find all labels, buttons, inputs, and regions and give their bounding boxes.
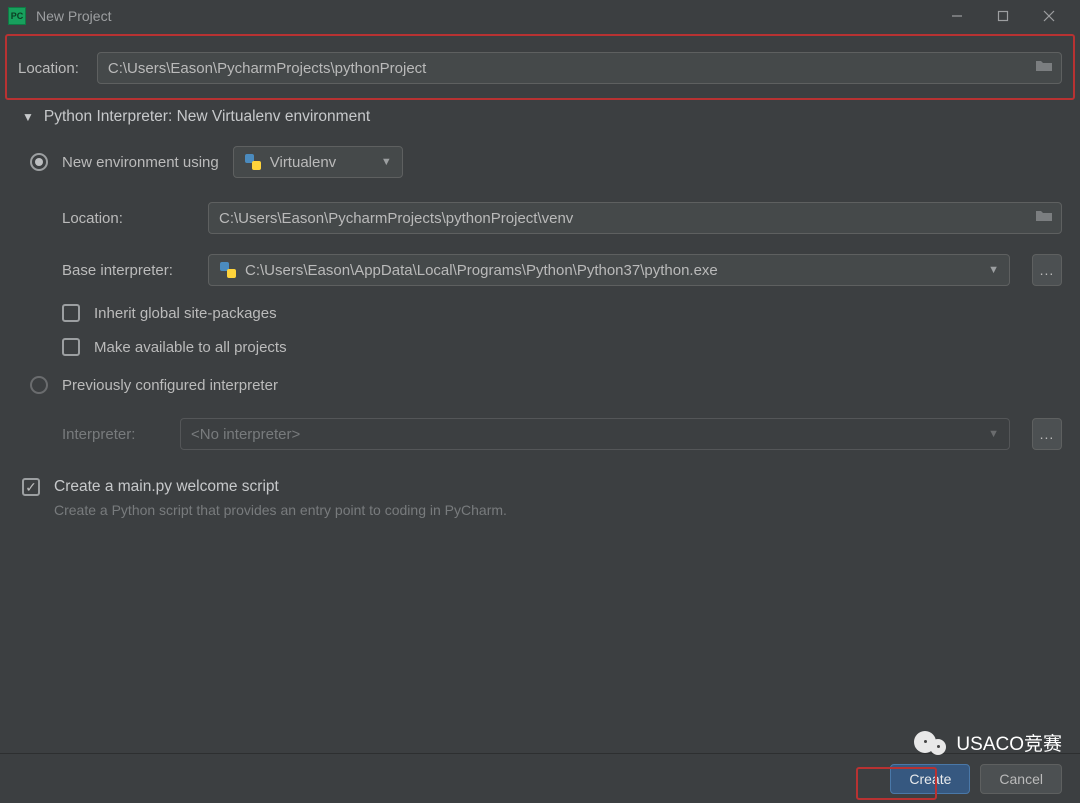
interpreter-select-value: <No interpreter> (191, 426, 977, 443)
base-interpreter-dropdown[interactable]: C:\Users\Eason\AppData\Local\Programs\Py… (208, 254, 1010, 286)
browse-interpreter-button[interactable]: ... (1032, 254, 1062, 286)
project-location-value: C:\Users\Eason\PycharmProjects\pythonPro… (108, 60, 1025, 77)
prev-config-label: Previously configured interpreter (62, 377, 278, 394)
inherit-packages-label: Inherit global site-packages (94, 305, 277, 322)
project-location-row: Location: C:\Users\Eason\PycharmProjects… (0, 38, 1080, 98)
minimize-button[interactable] (934, 0, 980, 32)
dialog-content: Location: C:\Users\Eason\PycharmProjects… (0, 38, 1080, 522)
folder-icon[interactable] (1035, 209, 1053, 227)
welcome-script-row: Create a main.py welcome script Create a… (0, 460, 1080, 522)
env-type-value: Virtualenv (270, 154, 370, 171)
env-location-input[interactable]: C:\Users\Eason\PycharmProjects\pythonPro… (208, 202, 1062, 234)
interpreter-select-dropdown: <No interpreter> ▼ (180, 418, 1010, 450)
prev-config-radio-row: Previously configured interpreter (0, 364, 1080, 408)
base-interpreter-row: Base interpreter: C:\Users\Eason\AppData… (0, 244, 1080, 296)
new-env-label: New environment using (62, 154, 219, 171)
prev-config-radio[interactable] (30, 376, 48, 394)
env-location-value: C:\Users\Eason\PycharmProjects\pythonPro… (219, 210, 1025, 227)
welcome-script-sublabel: Create a Python script that provides an … (54, 502, 507, 518)
dialog-footer: Create Cancel (0, 753, 1080, 803)
window-title: New Project (36, 8, 934, 24)
interpreter-select-label: Interpreter: (62, 426, 166, 443)
chevron-down-icon: ▼ (988, 428, 999, 440)
create-button[interactable]: Create (890, 764, 970, 794)
welcome-script-checkbox[interactable] (22, 478, 40, 496)
interpreter-section-header[interactable]: ▼ Python Interpreter: New Virtualenv env… (0, 98, 1080, 132)
inherit-packages-row: Inherit global site-packages (0, 296, 1080, 330)
make-available-row: Make available to all projects (0, 330, 1080, 364)
maximize-button[interactable] (980, 0, 1026, 32)
cancel-button[interactable]: Cancel (980, 764, 1062, 794)
chevron-down-icon: ▼ (381, 156, 392, 168)
env-location-label: Location: (62, 210, 194, 227)
project-location-input[interactable]: C:\Users\Eason\PycharmProjects\pythonPro… (97, 52, 1062, 84)
welcome-script-label: Create a main.py welcome script (54, 478, 507, 496)
folder-icon[interactable] (1035, 59, 1053, 77)
interpreter-select-row: Interpreter: <No interpreter> ▼ ... (0, 408, 1080, 460)
interpreter-section-title: Python Interpreter: New Virtualenv envir… (44, 108, 370, 126)
titlebar: PC New Project (0, 0, 1080, 32)
env-type-dropdown[interactable]: Virtualenv ▼ (233, 146, 403, 178)
project-location-label: Location: (18, 60, 79, 77)
browse-prev-interpreter-button[interactable]: ... (1032, 418, 1062, 450)
app-icon: PC (8, 7, 26, 25)
python-logo-icon (244, 153, 262, 171)
base-interpreter-label: Base interpreter: (62, 262, 194, 279)
make-available-checkbox[interactable] (62, 338, 80, 356)
new-env-radio-row: New environment using Virtualenv ▼ (0, 132, 1080, 192)
base-interpreter-value: C:\Users\Eason\AppData\Local\Programs\Py… (245, 262, 977, 279)
env-location-row: Location: C:\Users\Eason\PycharmProjects… (0, 192, 1080, 244)
make-available-label: Make available to all projects (94, 339, 287, 356)
close-button[interactable] (1026, 0, 1072, 32)
python-logo-icon (219, 261, 237, 279)
chevron-down-icon: ▼ (988, 264, 999, 276)
collapse-triangle-icon: ▼ (22, 110, 34, 124)
window-controls (934, 0, 1072, 32)
new-env-radio[interactable] (30, 153, 48, 171)
inherit-packages-checkbox[interactable] (62, 304, 80, 322)
watermark-text: USACO竞赛 (956, 729, 1062, 756)
